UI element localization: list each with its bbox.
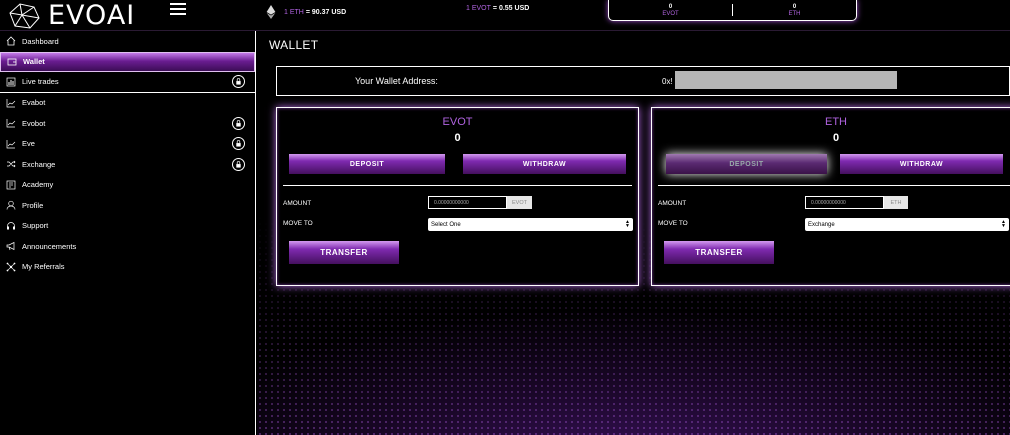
lock-icon [232, 75, 245, 89]
shuffle-icon [7, 161, 16, 168]
sidebar-item-evobot[interactable]: Evobot [0, 113, 255, 134]
select-arrows-icon: ▲ ▼ [1001, 219, 1006, 229]
eth-withdraw-button[interactable]: WITHDRAW [840, 154, 1003, 174]
eth-move-to-label: MOVE TO [658, 220, 688, 227]
eth-rate: 1 ETH = 90.37 USD [266, 5, 346, 19]
bar-chart-icon [6, 77, 16, 87]
eth-deposit-button[interactable]: DEPOSIT [666, 154, 827, 174]
sidebar-item-academy[interactable]: Academy [0, 175, 255, 196]
evot-amount-label: AMOUNT [283, 200, 312, 207]
eth-unit-badge: ETH [884, 196, 908, 209]
logo-icon [9, 2, 40, 29]
wallet-address-label: Your Wallet Address: [355, 76, 438, 86]
eth-panel-divider [658, 185, 1010, 186]
network-icon [6, 262, 16, 272]
eth-rate-prefix: 1 ETH [284, 8, 304, 16]
lock-icon [232, 157, 245, 171]
eth-rate-value: = 90.37 USD [305, 8, 347, 16]
logo[interactable]: EVOAI [6, 0, 135, 31]
sidebar-item-my-referrals[interactable]: My Referrals [0, 257, 255, 278]
headset-icon [7, 221, 15, 230]
eth-panel-title: ETH [825, 116, 847, 128]
evot-panel: EVOT 0 DEPOSIT WITHDRAW AMOUNT 0.0000000… [276, 107, 639, 286]
evot-move-to-select[interactable]: Select One ▲ ▼ [428, 218, 633, 231]
wallet-address-bar: Your Wallet Address: 0x! [276, 66, 1010, 96]
sidebar-item-wallet[interactable]: Wallet [0, 51, 255, 72]
sidebar-item-dashboard[interactable]: Dashboard [0, 31, 255, 52]
evot-panel-title: EVOT [442, 116, 473, 128]
ethereum-icon [266, 5, 276, 19]
eth-panel: ETH 0 DEPOSIT WITHDRAW AMOUNT 0.00000000… [651, 107, 1010, 286]
sidebar-item-announcements[interactable]: Announcements [0, 236, 255, 257]
eth-transfer-button[interactable]: TRANSFER [664, 241, 774, 264]
evot-panel-balance: 0 [454, 132, 461, 144]
academy-icon [6, 180, 16, 190]
line-chart-icon [6, 119, 16, 128]
evot-amount-input[interactable]: 0.00000000000 [428, 196, 507, 209]
wallet-icon [7, 58, 17, 66]
eth-panel-balance: 0 [832, 132, 840, 144]
sidebar: Dashboard Wallet Live trades Evabot Evob… [0, 31, 256, 435]
sidebar-item-evabot[interactable]: Evabot [0, 93, 255, 114]
sidebar-item-support[interactable]: Support [0, 216, 255, 237]
evot-panel-divider [283, 185, 632, 186]
sidebar-item-live-trades[interactable]: Live trades [0, 72, 255, 93]
top-bar: EVOAI 1 ETH = 90.37 USD 1 EVOT = 0.55 US… [0, 0, 1010, 31]
evot-rate-value: = 0.55 USD [492, 5, 530, 12]
sidebar-item-eve[interactable]: Eve [0, 134, 255, 155]
wallet-address-prefix: 0x! [662, 77, 673, 86]
eth-move-to-select[interactable]: Exchange ▲ ▼ [805, 218, 1009, 231]
lock-icon [232, 116, 245, 130]
line-chart-icon [6, 139, 16, 149]
balance-eth: 0 ETH [788, 4, 801, 17]
eth-amount-label: AMOUNT [658, 200, 687, 207]
evot-move-to-label: MOVE TO [283, 220, 313, 227]
lock-icon [232, 137, 245, 151]
evot-rate-prefix: 1 EVOT [466, 5, 491, 12]
evot-transfer-button[interactable]: TRANSFER [289, 241, 399, 264]
line-chart-icon [6, 98, 16, 108]
evot-deposit-button[interactable]: DEPOSIT [289, 154, 445, 174]
logo-text: EVOAI [48, 0, 136, 31]
page-title: WALLET [269, 38, 319, 52]
user-icon [6, 201, 16, 210]
evot-rate: 1 EVOT = 0.55 USD [466, 5, 529, 12]
select-arrows-icon: ▲ ▼ [625, 219, 630, 229]
megaphone-icon [6, 242, 15, 251]
evot-withdraw-button[interactable]: WITHDRAW [463, 154, 626, 174]
balance-box: 0 EVOT 0 ETH [608, 0, 857, 21]
sidebar-item-exchange[interactable]: Exchange [0, 154, 255, 175]
home-icon [6, 36, 16, 46]
menu-toggle-icon[interactable] [170, 3, 186, 17]
balance-evot: 0 EVOT [662, 4, 679, 17]
evot-unit-badge: EVOT [507, 196, 532, 209]
eth-amount-input[interactable]: 0.00000000000 [805, 196, 884, 209]
sidebar-item-profile[interactable]: Profile [0, 195, 255, 216]
wallet-address-value[interactable] [675, 71, 897, 89]
main-content: WALLET Your Wallet Address: 0x! EVOT 0 D… [257, 31, 1010, 435]
